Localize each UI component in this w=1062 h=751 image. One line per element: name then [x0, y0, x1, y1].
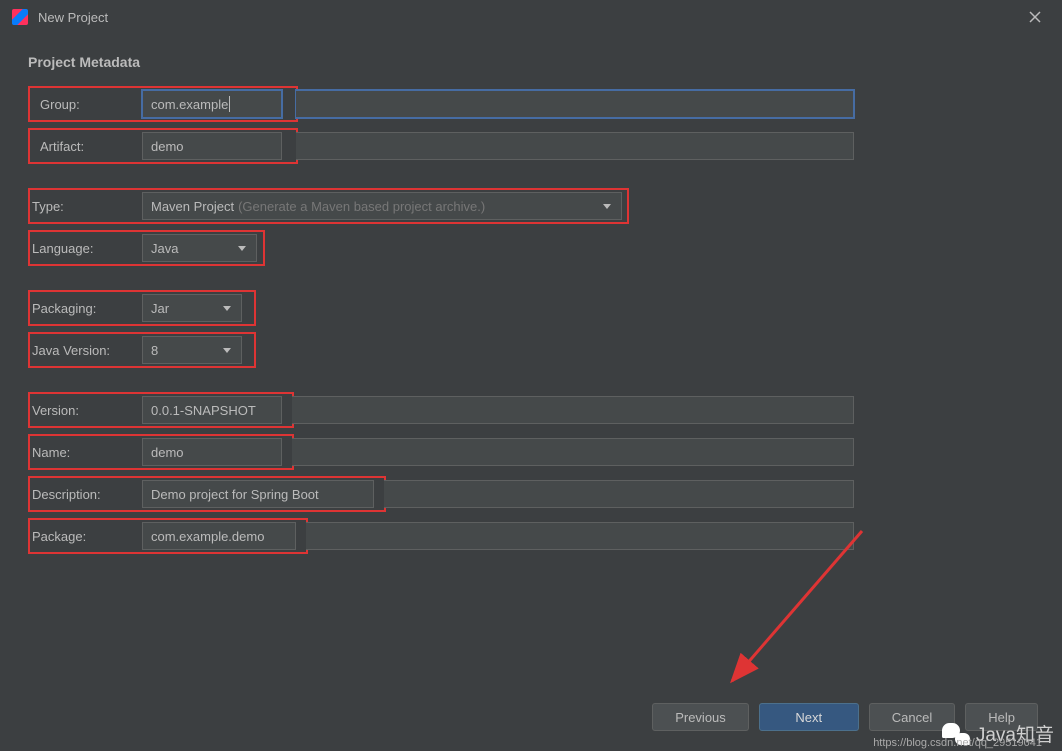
- row-artifact: Artifact:: [28, 130, 1034, 162]
- label-package: Package:: [32, 529, 142, 544]
- input-artifact-tail[interactable]: [296, 132, 854, 160]
- form-content: Project Metadata Group: com.example Arti…: [0, 34, 1062, 582]
- highlight-artifact: Artifact:: [28, 128, 298, 164]
- highlight-version: Version:: [28, 392, 294, 428]
- row-version: Version:: [28, 394, 1034, 426]
- text-caret: [229, 96, 230, 112]
- input-version-head[interactable]: [142, 396, 282, 424]
- input-package-head[interactable]: [142, 522, 296, 550]
- button-bar: Previous Next Cancel Help: [652, 703, 1038, 731]
- section-title: Project Metadata: [28, 54, 1034, 70]
- select-packaging[interactable]: Jar: [142, 294, 242, 322]
- next-button[interactable]: Next: [759, 703, 859, 731]
- label-type: Type:: [32, 199, 142, 214]
- input-version-tail[interactable]: [292, 396, 854, 424]
- watermark-url: https://blog.csdn.net/qq_29519041: [873, 737, 1042, 749]
- label-packaging: Packaging:: [32, 301, 142, 316]
- input-artifact-head[interactable]: [142, 132, 282, 160]
- highlight-name: Name:: [28, 434, 294, 470]
- row-description: Description:: [28, 478, 1034, 510]
- row-language: Language: Java: [28, 232, 1034, 264]
- label-description: Description:: [32, 487, 142, 502]
- select-java-version[interactable]: 8: [142, 336, 242, 364]
- row-name: Name:: [28, 436, 1034, 468]
- cancel-button[interactable]: Cancel: [869, 703, 955, 731]
- select-type[interactable]: Maven Project (Generate a Maven based pr…: [142, 192, 622, 220]
- label-version: Version:: [32, 403, 142, 418]
- label-group: Group:: [32, 97, 142, 112]
- highlight-type: Type: Maven Project (Generate a Maven ba…: [28, 188, 629, 224]
- highlight-language: Language: Java: [28, 230, 265, 266]
- highlight-packaging: Packaging: Jar: [28, 290, 256, 326]
- window-title: New Project: [38, 10, 1020, 25]
- title-bar: New Project: [0, 0, 1062, 34]
- row-type: Type: Maven Project (Generate a Maven ba…: [28, 190, 1034, 222]
- label-name: Name:: [32, 445, 142, 460]
- previous-button[interactable]: Previous: [652, 703, 749, 731]
- select-language[interactable]: Java: [142, 234, 257, 262]
- input-description-head[interactable]: [142, 480, 374, 508]
- input-group-tail[interactable]: [296, 90, 854, 118]
- help-button[interactable]: Help: [965, 703, 1038, 731]
- label-artifact: Artifact:: [32, 139, 142, 154]
- highlight-package: Package:: [28, 518, 308, 554]
- close-button[interactable]: [1020, 2, 1050, 32]
- row-group: Group: com.example: [28, 88, 1034, 120]
- highlight-java-version: Java Version: 8: [28, 332, 256, 368]
- input-package-tail[interactable]: [306, 522, 854, 550]
- highlight-group: Group: com.example: [28, 86, 298, 122]
- close-icon: [1029, 11, 1041, 23]
- row-java-version: Java Version: 8: [28, 334, 1034, 366]
- intellij-icon: [12, 9, 28, 25]
- input-name-tail[interactable]: [292, 438, 854, 466]
- input-name-head[interactable]: [142, 438, 282, 466]
- highlight-description: Description:: [28, 476, 386, 512]
- label-java-version: Java Version:: [32, 343, 142, 358]
- label-language: Language:: [32, 241, 142, 256]
- row-package: Package:: [28, 520, 1034, 552]
- row-packaging: Packaging: Jar: [28, 292, 1034, 324]
- input-description-tail[interactable]: [384, 480, 854, 508]
- input-group-head[interactable]: com.example: [142, 90, 282, 118]
